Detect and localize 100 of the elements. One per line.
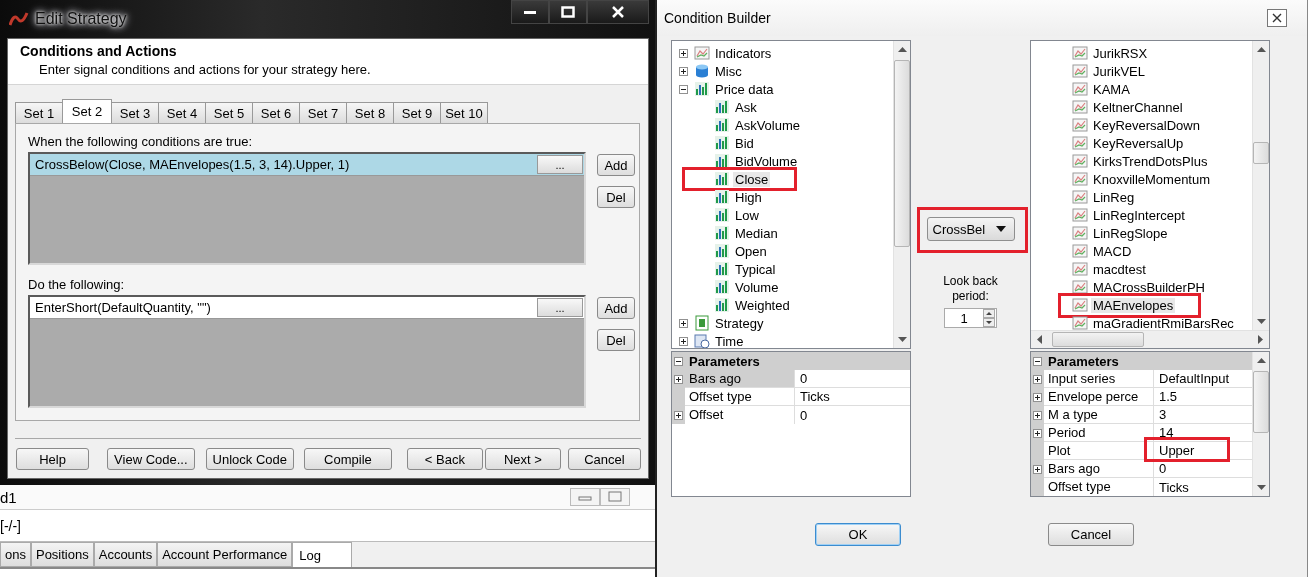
tree-item[interactable]: High (733, 189, 764, 205)
scroll-down-icon[interactable] (1256, 319, 1266, 324)
tree-item[interactable]: Indicators (713, 45, 774, 61)
property-value[interactable]: Upper (1159, 443, 1195, 458)
tree-item[interactable]: MACD (1091, 243, 1134, 259)
property-value[interactable]: Ticks (800, 389, 830, 404)
tree-item[interactable]: KeyReversalUp (1091, 135, 1186, 151)
tree-item[interactable]: Low (733, 207, 761, 223)
expand-icon[interactable] (679, 318, 688, 328)
property-value[interactable]: 0 (800, 371, 808, 386)
tree-item[interactable]: AskVolume (733, 117, 803, 133)
scroll-down-icon[interactable] (1256, 485, 1266, 490)
tree-item[interactable]: Close (733, 171, 771, 187)
tab[interactable]: Set 6 (252, 102, 300, 123)
tree-item[interactable]: KeltnerChannel (1091, 99, 1185, 115)
dialog-button[interactable]: Cancel (1048, 523, 1134, 546)
list-row[interactable]: CrossBelow(Close, MAEnvelopes(1.5, 3, 14).Upper, 1) ... (30, 154, 584, 176)
tab[interactable]: Set 8 (346, 102, 394, 123)
tree-item[interactable]: LinRegIntercept (1091, 207, 1187, 223)
tree-item[interactable]: KirksTrendDotsPlus (1091, 153, 1210, 169)
footer-button[interactable]: Compile (304, 448, 392, 470)
tree-item[interactable]: Open (733, 243, 769, 259)
tree-item[interactable]: BidVolume (733, 153, 800, 169)
tree-item[interactable]: Misc (713, 63, 744, 79)
expand-icon[interactable] (679, 66, 688, 76)
property-value[interactable]: 0 (800, 407, 808, 423)
operator-dropdown[interactable]: CrossBel (926, 217, 1015, 241)
expand-icon[interactable] (679, 48, 688, 58)
property-value[interactable]: 14 (1159, 425, 1174, 440)
tab[interactable]: Set 7 (299, 102, 347, 123)
property-value[interactable]: 0 (1159, 461, 1167, 476)
list-action-button[interactable]: Add (597, 154, 635, 176)
tree-item[interactable]: MACrossBuilderPH (1091, 279, 1207, 295)
close-button[interactable] (1267, 9, 1287, 27)
tab[interactable]: Accounts (93, 542, 158, 567)
tree-item[interactable]: KAMA (1091, 81, 1132, 97)
dialog-button[interactable]: OK (815, 523, 901, 546)
expand-icon[interactable] (674, 374, 683, 384)
expand-icon[interactable] (1033, 392, 1042, 402)
ellipsis-button[interactable]: ... (537, 298, 583, 317)
expand-icon[interactable] (679, 336, 688, 346)
property-name[interactable]: Offset type (685, 388, 795, 406)
scrollbar[interactable] (1252, 352, 1269, 496)
list-action-button[interactable]: Del (597, 329, 635, 351)
footer-button[interactable]: Help (16, 448, 90, 470)
collapse-icon[interactable] (674, 356, 683, 366)
tab[interactable]: ons (0, 542, 31, 567)
ellipsis-button[interactable]: ... (537, 155, 583, 174)
tree-item[interactable]: Median (733, 225, 780, 241)
list-row[interactable]: EnterShort(DefaultQuantity, "") ... (30, 297, 584, 319)
tab[interactable]: Log (292, 542, 352, 567)
tab[interactable]: Set 3 (111, 102, 159, 123)
scrollbar[interactable] (1252, 41, 1269, 330)
scroll-up-icon[interactable] (897, 47, 907, 52)
property-name[interactable]: Offset (685, 406, 795, 424)
tab[interactable]: Set 10 (440, 102, 488, 123)
property-name[interactable]: Offset type (1044, 478, 1154, 496)
tree-item[interactable]: Weighted (733, 297, 792, 313)
tab[interactable]: Positions (30, 542, 94, 567)
property-name[interactable]: Bars ago (685, 370, 795, 388)
scroll-up-icon[interactable] (1256, 358, 1266, 363)
property-value[interactable]: DefaultInput (1159, 371, 1230, 386)
expand-icon[interactable] (674, 410, 683, 420)
minimize-button[interactable] (511, 0, 549, 24)
property-name[interactable]: Period (1044, 424, 1154, 442)
scrollbar[interactable] (893, 41, 910, 348)
tab[interactable]: Set 4 (158, 102, 206, 123)
property-value[interactable]: Ticks (1159, 479, 1189, 495)
scroll-up-icon[interactable] (1256, 47, 1266, 52)
expand-icon[interactable] (1033, 428, 1042, 438)
tree-item[interactable]: macdtest (1091, 261, 1148, 277)
tab[interactable]: Set 9 (393, 102, 441, 123)
tree-item[interactable]: KnoxvilleMomentum (1091, 171, 1213, 187)
expand-icon[interactable] (1033, 374, 1042, 384)
tree-item[interactable]: Strategy (713, 315, 766, 331)
tree-item[interactable]: Price data (713, 81, 776, 97)
footer-button[interactable]: Next > (484, 448, 561, 470)
tree-item[interactable]: Typical (733, 261, 778, 277)
close-button[interactable] (587, 0, 649, 24)
tab[interactable]: Set 1 (15, 102, 63, 123)
tree-item[interactable]: LinRegSlope (1091, 225, 1170, 241)
tree-item[interactable]: Volume (733, 279, 781, 295)
tree-item[interactable]: Time (713, 333, 746, 348)
collapse-icon[interactable] (679, 84, 688, 94)
scroll-thumb[interactable] (1253, 142, 1269, 164)
tree-item[interactable]: maGradientRmiBarsRec (1091, 315, 1236, 331)
maximize-button[interactable] (549, 0, 587, 24)
property-name[interactable]: M a type (1044, 406, 1154, 424)
expand-icon[interactable] (1033, 464, 1042, 474)
expand-icon[interactable] (1033, 410, 1042, 420)
scroll-down-icon[interactable] (897, 337, 907, 342)
tree-item[interactable]: JurikVEL (1091, 63, 1148, 79)
spin-arrows-icon[interactable] (983, 309, 995, 327)
property-name[interactable]: Plot (1044, 442, 1154, 460)
property-value[interactable]: 1.5 (1159, 389, 1178, 404)
tree-item[interactable]: LinReg (1091, 189, 1137, 205)
tree-item[interactable]: Bid (733, 135, 756, 151)
property-value[interactable]: 3 (1159, 407, 1167, 422)
footer-button[interactable]: Cancel (567, 448, 641, 470)
scroll-thumb[interactable] (1253, 371, 1269, 433)
